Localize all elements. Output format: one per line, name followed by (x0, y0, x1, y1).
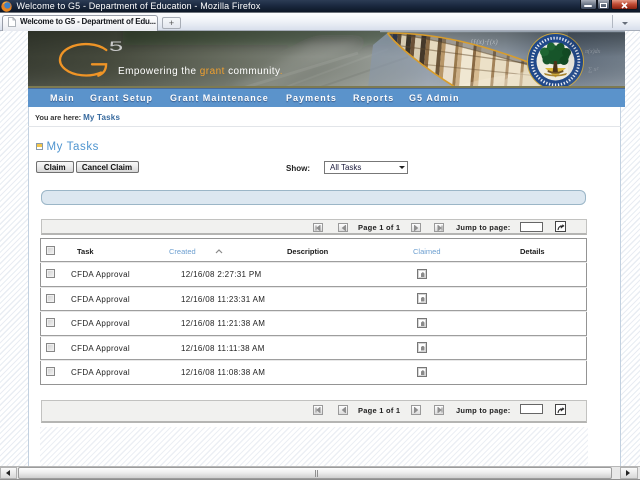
svg-text:5: 5 (108, 39, 122, 54)
svg-text:Empowering the grant community: Empowering the grant community. (118, 66, 283, 77)
